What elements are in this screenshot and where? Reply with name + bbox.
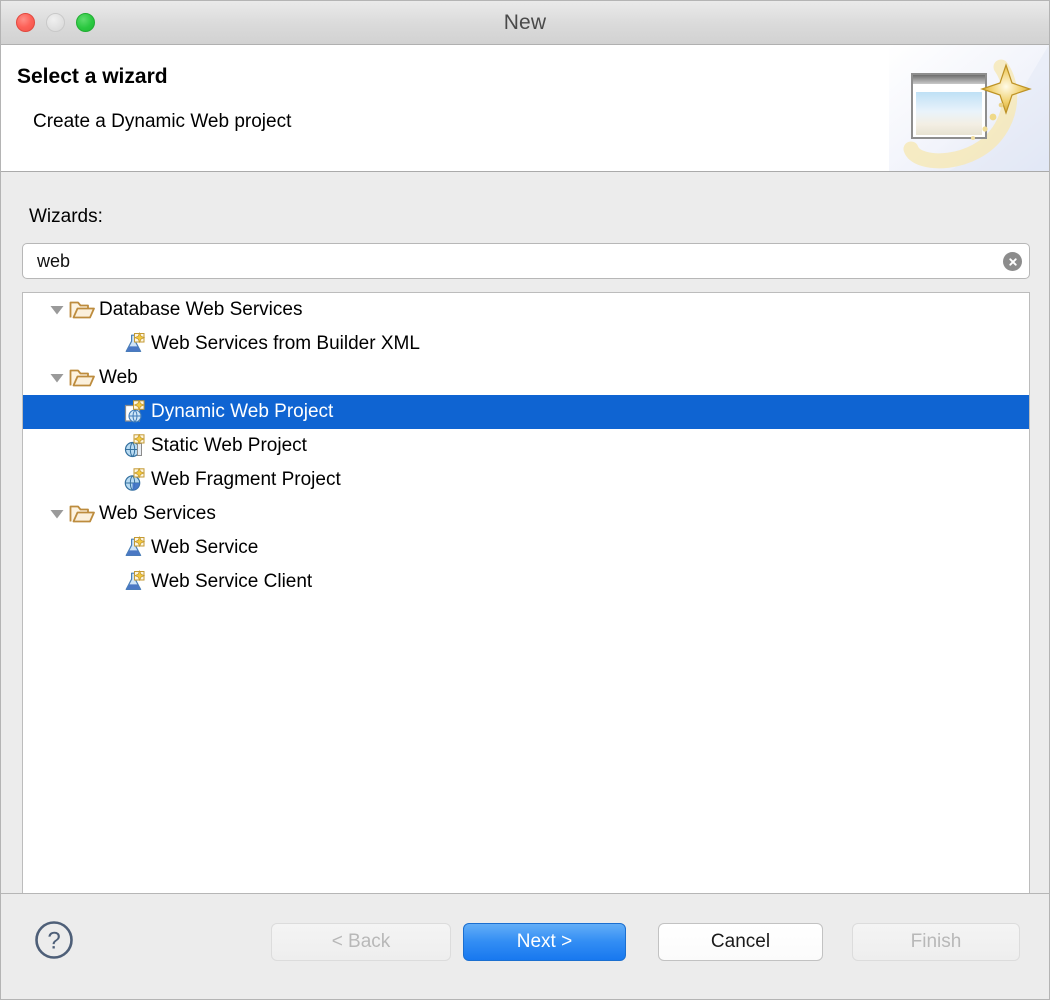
window-title: New [503, 11, 547, 34]
flask-wizard-icon [121, 536, 147, 560]
tree-row-label: Web Service Client [151, 571, 313, 592]
tree-row[interactable]: Database Web Services [23, 293, 1029, 327]
back-button: < Back [271, 923, 451, 961]
tree-row-label: Web [99, 367, 138, 388]
wizard-header: Select a wizard Create a Dynamic Web pro… [1, 45, 1049, 172]
open-folder-icon [69, 366, 95, 390]
search-input[interactable] [22, 243, 1030, 279]
help-question-icon[interactable]: ? [34, 920, 74, 960]
triangle-down-icon[interactable] [45, 372, 69, 384]
tree-row-label: Web Service [151, 537, 259, 558]
web-fragment-project-icon [121, 468, 147, 492]
title-bar: New [1, 1, 1049, 45]
next-button[interactable]: Next > [463, 923, 626, 961]
tree-row[interactable]: Web Fragment Project [23, 463, 1029, 497]
wizard-tree[interactable]: Database Web Services Web Services from B… [22, 292, 1030, 942]
tree-row-label: Static Web Project [151, 435, 307, 456]
tree-row-label: Web Services [99, 503, 216, 524]
tree-row-label: Database Web Services [99, 299, 303, 320]
tree-row[interactable]: Dynamic Web Project [23, 395, 1029, 429]
wizard-banner-image [889, 45, 1049, 171]
tree-row[interactable]: Web Service [23, 531, 1029, 565]
tree-row[interactable]: Web Service Client [23, 565, 1029, 599]
static-web-project-icon [121, 434, 147, 458]
svg-text:?: ? [47, 928, 60, 955]
flask-wizard-icon [121, 332, 147, 356]
dialog-footer: ? < Back Next > Cancel Finish [1, 893, 1049, 998]
flask-wizard-icon [121, 570, 147, 594]
open-folder-icon [69, 298, 95, 322]
triangle-down-icon[interactable] [45, 304, 69, 316]
finish-button: Finish [852, 923, 1020, 961]
open-folder-icon [69, 502, 95, 526]
triangle-down-icon[interactable] [45, 508, 69, 520]
page-title: Select a wizard [17, 65, 168, 88]
dynamic-web-project-icon [121, 400, 147, 424]
page-description: Create a Dynamic Web project [33, 111, 292, 132]
wizard-filter-row [22, 243, 1030, 279]
tree-row-label: Dynamic Web Project [151, 401, 334, 422]
tree-row-label: Web Services from Builder XML [151, 333, 420, 354]
wizards-label: Wizards: [29, 206, 103, 227]
dialog-body: Wizards: Database Web Services Web Servic… [1, 172, 1049, 942]
tree-row[interactable]: Web [23, 361, 1029, 395]
tree-row[interactable]: Static Web Project [23, 429, 1029, 463]
clear-search-icon[interactable] [1003, 252, 1022, 271]
tree-row[interactable]: Web Services [23, 497, 1029, 531]
tree-row[interactable]: Web Services from Builder XML [23, 327, 1029, 361]
cancel-button[interactable]: Cancel [658, 923, 823, 961]
tree-row-label: Web Fragment Project [151, 469, 341, 490]
new-wizard-dialog: New Select a wizard Create a Dynamic Web… [0, 0, 1050, 1000]
